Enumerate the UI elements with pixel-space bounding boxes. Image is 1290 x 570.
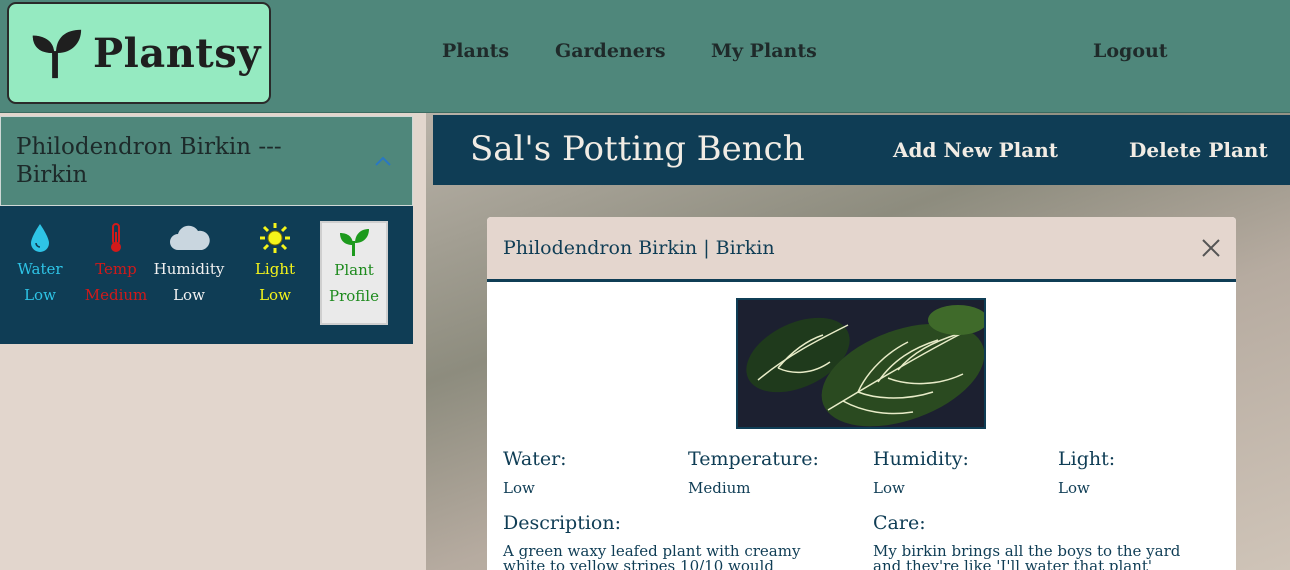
care-label: Care: [873, 512, 926, 534]
sprout-icon [340, 229, 369, 256]
bench-toolbar: Sal's Potting Bench Add New Plant Delete… [433, 115, 1290, 185]
top-header: Plantsy Plants Gardeners My Plants Logou… [0, 0, 1290, 113]
plant-accordion-body: Water Low Temp Medium Humidity Low Light… [0, 206, 413, 344]
modal-title: Philodendron Birkin | Birkin [503, 237, 775, 259]
plant-photo [736, 298, 986, 429]
plant-accordion-header[interactable]: Philodendron Birkin --- Birkin [0, 116, 413, 206]
stat-light-value: Low [259, 286, 291, 304]
temperature-label: Temperature: [688, 448, 819, 470]
brand-name: Plantsy [93, 29, 262, 77]
sun-icon [260, 223, 290, 253]
water-drop-icon [31, 224, 49, 252]
light-label: Light: [1058, 448, 1116, 470]
stat-water-label: Water [17, 260, 63, 278]
plant-profile-button[interactable]: Plant Profile [320, 221, 388, 325]
thermometer-icon [111, 223, 121, 252]
nav-gardeners[interactable]: Gardeners [555, 40, 666, 62]
light-value: Low [1058, 479, 1090, 497]
delete-plant-button[interactable]: Delete Plant [1129, 138, 1268, 162]
water-label: Water: [503, 448, 567, 470]
accordion-plant-title: Philodendron Birkin --- Birkin [16, 134, 282, 188]
nav-my-plants[interactable]: My Plants [711, 40, 817, 62]
water-value: Low [503, 479, 535, 497]
stat-humidity: Humidity Low [148, 222, 230, 308]
sprout-icon [32, 29, 82, 79]
close-icon[interactable] [1200, 237, 1222, 259]
stat-humidity-value: Low [173, 286, 205, 304]
description-text: A green waxy leafed plant with creamy wh… [503, 542, 801, 570]
nav-logout[interactable]: Logout [1093, 40, 1168, 62]
stat-water: Water Low [14, 222, 66, 308]
stat-light-label: Light [254, 260, 296, 278]
plant-modal: Philodendron Birkin | Birkin Water: Low … [487, 217, 1236, 570]
temperature-value: Medium [688, 479, 751, 497]
stat-temp-label: Temp [95, 260, 137, 278]
bench-title: Sal's Potting Bench [470, 129, 805, 169]
plant-photo-image [738, 300, 984, 427]
stat-light: Light Low [250, 222, 300, 308]
cloud-icon [170, 225, 210, 250]
chevron-up-icon[interactable] [374, 155, 392, 167]
modal-header: Philodendron Birkin | Birkin [487, 217, 1236, 282]
stat-humidity-label: Humidity [153, 260, 225, 278]
plant-profile-line1: Plant [334, 261, 374, 279]
main-area: Sal's Potting Bench Add New Plant Delete… [426, 113, 1290, 570]
sidebar: Philodendron Birkin --- Birkin Water Low… [0, 113, 426, 570]
plant-profile-line2: Profile [329, 287, 379, 305]
nav-plants[interactable]: Plants [442, 40, 509, 62]
humidity-label: Humidity: [873, 448, 969, 470]
humidity-value: Low [873, 479, 905, 497]
stat-temp: Temp Medium [80, 222, 152, 308]
stat-water-value: Low [24, 286, 56, 304]
add-plant-button[interactable]: Add New Plant [893, 138, 1058, 162]
description-label: Description: [503, 512, 621, 534]
stat-temp-value: Medium [84, 286, 148, 304]
care-text: My birkin brings all the boys to the yar… [873, 542, 1181, 570]
logo[interactable]: Plantsy [7, 2, 271, 104]
